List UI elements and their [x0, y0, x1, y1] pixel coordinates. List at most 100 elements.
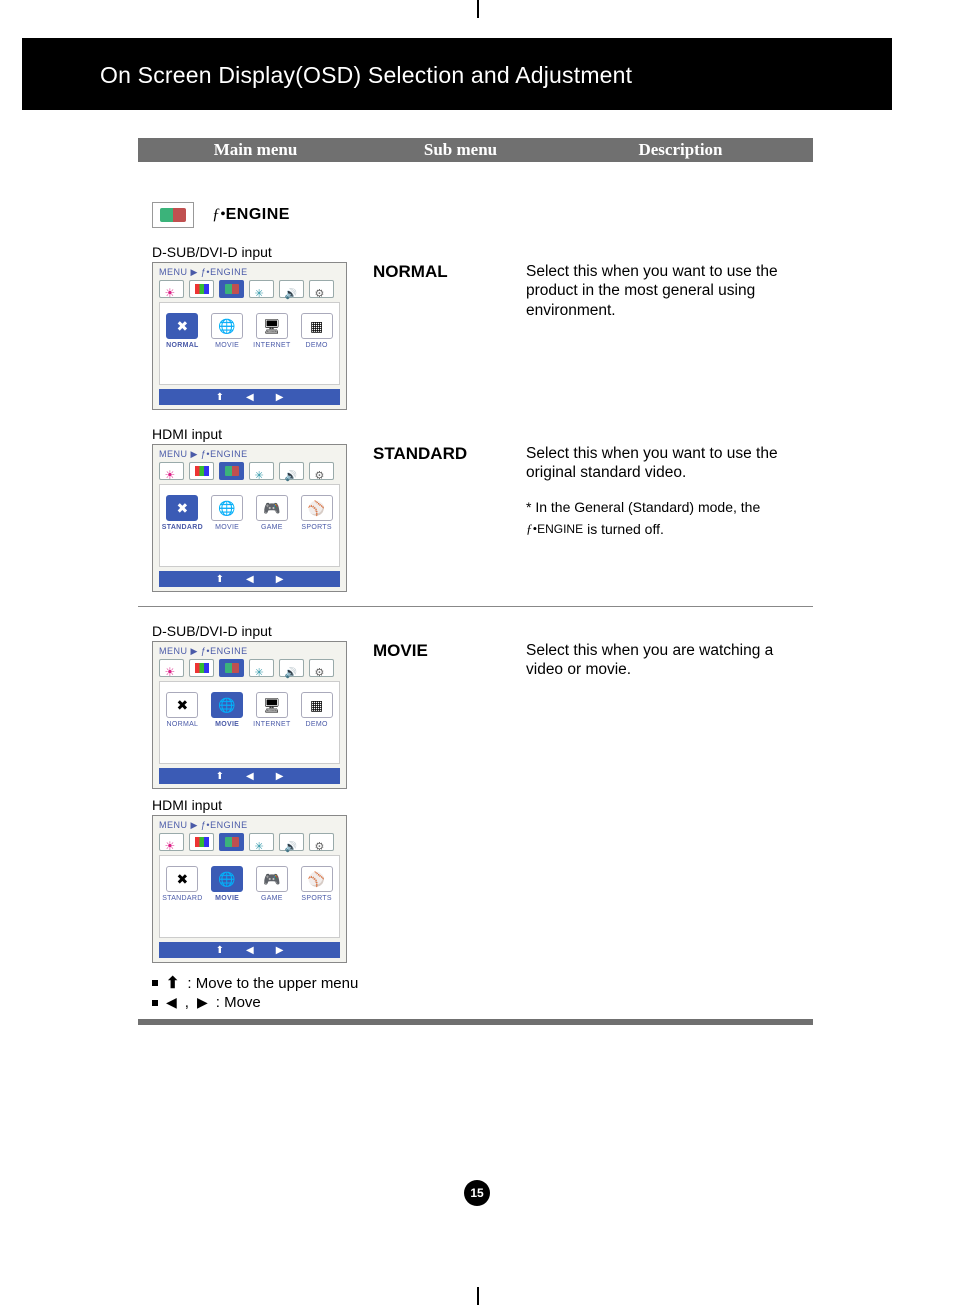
- mode-standard-icon: ✖: [166, 866, 198, 892]
- nav-legend: ⬆ : Move to the upper menu ◀ , ▶ : Move: [152, 973, 813, 1011]
- arrow-up-icon: ⬆: [166, 973, 179, 993]
- crop-mark-bottom: [477, 1287, 479, 1305]
- nav-right-icon[interactable]: ▶: [276, 574, 284, 585]
- nav-up-icon[interactable]: ⬆: [216, 945, 224, 956]
- arrow-left-icon: ◀: [166, 994, 177, 1011]
- fengine-inline: ƒ•ENGINE: [526, 521, 583, 537]
- tab-brightness-icon[interactable]: [159, 659, 184, 677]
- submenu-standard: STANDARD: [373, 444, 518, 464]
- mode-sports[interactable]: ⚾SPORTS: [297, 495, 337, 531]
- tab-settings-icon[interactable]: [309, 833, 334, 851]
- mode-normal[interactable]: ✖NORMAL: [162, 313, 202, 349]
- osd-breadcrumb: MENU ▶ ƒ•ENGINE: [153, 816, 346, 833]
- tab-color-icon[interactable]: [189, 280, 214, 298]
- col-header-desc: Description: [548, 140, 813, 160]
- legend-row-lr: ◀ , ▶ : Move: [152, 994, 813, 1011]
- tab-color-icon[interactable]: [189, 462, 214, 480]
- tab-brightness-icon[interactable]: [159, 462, 184, 480]
- mode-game[interactable]: 🎮GAME: [252, 866, 292, 902]
- tab-engine-icon[interactable]: [219, 462, 244, 480]
- input-label-c1: D-SUB/DVI-D input: [152, 623, 373, 639]
- legend-row-up: ⬆ : Move to the upper menu: [152, 973, 813, 993]
- tab-audio-icon[interactable]: [279, 659, 304, 677]
- tab-engine-icon[interactable]: [219, 280, 244, 298]
- osd-mode-grid: ✖STANDARD 🌐MOVIE 🎮GAME ⚾SPORTS: [159, 855, 340, 938]
- mode-internet[interactable]: 🖥INTERNET: [252, 692, 292, 728]
- nav-up-icon[interactable]: ⬆: [216, 392, 224, 403]
- mode-movie[interactable]: 🌐MOVIE: [207, 866, 247, 902]
- nav-left-icon[interactable]: ◀: [246, 392, 254, 403]
- mode-standard[interactable]: ✖STANDARD: [162, 495, 202, 531]
- mode-internet[interactable]: 🖥INTERNET: [252, 313, 292, 349]
- mode-demo[interactable]: ▦DEMO: [297, 692, 337, 728]
- nav-up-icon[interactable]: ⬆: [216, 574, 224, 585]
- tab-brightness-icon[interactable]: [159, 280, 184, 298]
- section-standard: HDMI input MENU ▶ ƒ•ENGINE ✖STANDARD 🌐MO…: [138, 420, 813, 592]
- mode-normal[interactable]: ✖NORMAL: [162, 692, 202, 728]
- osd-screenshot-c1: MENU ▶ ƒ•ENGINE ✖NORMAL 🌐MOVIE 🖥INTERNET…: [152, 641, 347, 789]
- nav-right-icon[interactable]: ▶: [276, 945, 284, 956]
- nav-left-icon[interactable]: ◀: [246, 574, 254, 585]
- tab-audio-icon[interactable]: [279, 462, 304, 480]
- osd-screenshot-b: MENU ▶ ƒ•ENGINE ✖STANDARD 🌐MOVIE 🎮GAME ⚾…: [152, 444, 347, 592]
- mode-internet-icon: 🖥: [256, 692, 288, 718]
- osd-nav-bar: ⬆ ◀ ▶: [159, 389, 340, 405]
- tab-flag-icon[interactable]: [249, 280, 274, 298]
- mode-game-icon: 🎮: [256, 866, 288, 892]
- tab-color-icon[interactable]: [189, 659, 214, 677]
- input-label-c2: HDMI input: [152, 797, 373, 813]
- mode-movie[interactable]: 🌐MOVIE: [207, 313, 247, 349]
- legend-up-text: : Move to the upper menu: [187, 975, 358, 992]
- mode-game[interactable]: 🎮GAME: [252, 495, 292, 531]
- tab-audio-icon[interactable]: [279, 280, 304, 298]
- tab-color-icon[interactable]: [189, 833, 214, 851]
- osd-tab-row: [153, 280, 346, 302]
- mode-sports[interactable]: ⚾SPORTS: [297, 866, 337, 902]
- tab-flag-icon[interactable]: [249, 833, 274, 851]
- mode-movie-icon: 🌐: [211, 866, 243, 892]
- tab-settings-icon[interactable]: [309, 280, 334, 298]
- osd-mode-grid: ✖STANDARD 🌐MOVIE 🎮GAME ⚾SPORTS: [159, 484, 340, 567]
- mode-normal-icon: ✖: [166, 313, 198, 339]
- nav-right-icon[interactable]: ▶: [276, 771, 284, 782]
- osd-screenshot-c2: MENU ▶ ƒ•ENGINE ✖STANDARD 🌐MOVIE 🎮GAME ⚾…: [152, 815, 347, 963]
- col-header-sub: Sub menu: [373, 140, 548, 160]
- engine-icon: [160, 208, 186, 222]
- section-movie: D-SUB/DVI-D input MENU ▶ ƒ•ENGINE ✖NORMA…: [138, 617, 813, 963]
- osd-tab-row: [153, 833, 346, 855]
- mode-movie[interactable]: 🌐MOVIE: [207, 692, 247, 728]
- mode-demo[interactable]: ▦DEMO: [297, 313, 337, 349]
- osd-tab-row: [153, 462, 346, 484]
- nav-left-icon[interactable]: ◀: [246, 945, 254, 956]
- nav-left-icon[interactable]: ◀: [246, 771, 254, 782]
- mode-standard[interactable]: ✖STANDARD: [162, 866, 202, 902]
- tab-flag-icon[interactable]: [249, 659, 274, 677]
- tab-flag-icon[interactable]: [249, 462, 274, 480]
- nav-up-icon[interactable]: ⬆: [216, 771, 224, 782]
- tab-settings-icon[interactable]: [309, 462, 334, 480]
- desc-note-2: ƒ•ENGINE is turned off.: [526, 521, 813, 537]
- osd-screenshot-a: MENU ▶ ƒ•ENGINE ✖NORMAL 🌐MOVIE 🖥INTERNET…: [152, 262, 347, 410]
- tab-audio-icon[interactable]: [279, 833, 304, 851]
- mode-movie-icon: 🌐: [211, 495, 243, 521]
- tab-engine-icon[interactable]: [219, 659, 244, 677]
- mode-internet-icon: 🖥: [256, 313, 288, 339]
- mode-movie-icon: 🌐: [211, 313, 243, 339]
- column-header-row: Main menu Sub menu Description: [138, 138, 813, 162]
- tab-engine-icon[interactable]: [219, 833, 244, 851]
- mode-movie[interactable]: 🌐MOVIE: [207, 495, 247, 531]
- osd-breadcrumb: MENU ▶ ƒ•ENGINE: [153, 642, 346, 659]
- separator-line: [138, 606, 813, 607]
- tab-settings-icon[interactable]: [309, 659, 334, 677]
- osd-breadcrumb: MENU ▶ ƒ•ENGINE: [153, 445, 346, 462]
- page-number: 15: [464, 1180, 490, 1206]
- osd-mode-grid: ✖NORMAL 🌐MOVIE 🖥INTERNET ▦DEMO: [159, 302, 340, 385]
- legend-lr-text: : Move: [216, 994, 261, 1011]
- mode-standard-icon: ✖: [166, 495, 198, 521]
- desc-note-1: * In the General (Standard) mode, the: [526, 499, 813, 515]
- osd-nav-bar: ⬆ ◀ ▶: [159, 768, 340, 784]
- col-header-main: Main menu: [138, 140, 373, 160]
- tab-brightness-icon[interactable]: [159, 833, 184, 851]
- nav-right-icon[interactable]: ▶: [276, 392, 284, 403]
- page-title: On Screen Display(OSD) Selection and Adj…: [100, 62, 632, 89]
